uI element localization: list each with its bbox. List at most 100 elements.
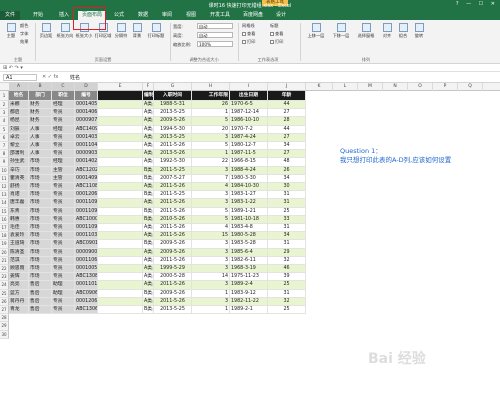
- table-cell[interactable]: 3: [192, 191, 230, 200]
- table-cell[interactable]: A类员工: [143, 142, 154, 151]
- table-header-cell[interactable]: 工作年限: [192, 91, 230, 101]
- table-cell[interactable]: 韩惠: [9, 215, 29, 224]
- table-cell[interactable]: 000110456: [75, 142, 98, 151]
- row-header[interactable]: 27: [0, 306, 9, 315]
- table-cell[interactable]: ABC120242: [75, 166, 98, 175]
- table-cell[interactable]: 范淇: [9, 256, 29, 265]
- table-cell[interactable]: 1983-9-12: [230, 289, 268, 298]
- background-button[interactable]: 背景: [130, 23, 144, 38]
- table-header-cell[interactable]: 部门: [29, 91, 52, 101]
- table-cell[interactable]: 7: [192, 174, 230, 183]
- empty-cell[interactable]: [98, 174, 143, 183]
- table-cell[interactable]: A类员工: [143, 265, 154, 274]
- height-select[interactable]: 自动: [197, 32, 233, 38]
- table-cell[interactable]: 1984-10-30: [230, 183, 268, 192]
- table-cell[interactable]: 2013-5-26: [154, 150, 192, 159]
- table-cell[interactable]: 1982-6-11: [230, 256, 268, 265]
- table-cell[interactable]: 杨昆: [9, 117, 29, 126]
- table-cell[interactable]: 专员: [52, 265, 75, 274]
- empty-cell[interactable]: [98, 248, 143, 257]
- column-header-p[interactable]: P: [433, 83, 458, 91]
- tab-home[interactable]: 开始: [27, 11, 49, 20]
- row-header[interactable]: 28: [0, 314, 9, 323]
- tab-developer[interactable]: 开发工具: [205, 11, 235, 20]
- empty-cell[interactable]: [98, 224, 143, 233]
- table-cell[interactable]: 1983-4-8: [230, 224, 268, 233]
- tab-formulas[interactable]: 公式: [108, 11, 130, 20]
- table-cell[interactable]: 25: [268, 207, 306, 216]
- row-header[interactable]: 2: [0, 101, 9, 110]
- table-cell[interactable]: 助理: [52, 289, 75, 298]
- table-cell[interactable]: 22: [192, 158, 230, 167]
- table-cell[interactable]: 专员: [52, 224, 75, 233]
- row-header[interactable]: 14: [0, 199, 9, 208]
- table-cell[interactable]: 专员: [52, 142, 75, 151]
- table-cell[interactable]: 000140958: [75, 174, 98, 183]
- table-cell[interactable]: 1999-5-29: [154, 265, 192, 274]
- table-cell[interactable]: 000100510: [75, 265, 98, 274]
- row-header[interactable]: 21: [0, 256, 9, 265]
- table-cell[interactable]: 27: [268, 150, 306, 159]
- row-header[interactable]: 1: [0, 91, 9, 101]
- table-cell[interactable]: 30: [268, 183, 306, 192]
- row-header[interactable]: 8: [0, 150, 9, 159]
- table-cell[interactable]: 000090376: [75, 150, 98, 159]
- table-cell[interactable]: B类员工: [143, 289, 154, 298]
- table-cell[interactable]: 1970-7-2: [230, 125, 268, 134]
- table-cell[interactable]: 1985-6-4: [230, 248, 268, 257]
- row-header[interactable]: 12: [0, 183, 9, 192]
- table-cell[interactable]: A类员工: [143, 232, 154, 241]
- table-cell[interactable]: 000140622: [75, 109, 98, 118]
- table-cell[interactable]: 1987-11-5: [230, 150, 268, 159]
- table-cell[interactable]: 舒扬: [9, 183, 29, 192]
- row-header[interactable]: 22: [0, 265, 9, 274]
- empty-cell[interactable]: [98, 109, 143, 118]
- table-cell[interactable]: B类员工: [143, 207, 154, 216]
- table-cell[interactable]: B类员工: [143, 166, 154, 175]
- row-header[interactable]: 6: [0, 133, 9, 142]
- table-cell[interactable]: 2011-5-26: [154, 281, 192, 290]
- table-header-cell[interactable]: 年龄: [268, 91, 306, 101]
- empty-cell[interactable]: [98, 117, 143, 126]
- empty-cell[interactable]: [98, 232, 143, 241]
- table-cell[interactable]: 人事: [29, 125, 52, 134]
- gridlines-view-option[interactable]: 查看: [242, 31, 255, 37]
- table-cell[interactable]: 1983-5-28: [230, 240, 268, 249]
- table-cell[interactable]: 3: [192, 281, 230, 290]
- table-cell[interactable]: 1987-12-14: [230, 109, 268, 118]
- table-cell[interactable]: 4: [192, 224, 230, 233]
- column-header-g[interactable]: G: [154, 83, 192, 91]
- table-cell[interactable]: 专员: [52, 297, 75, 306]
- table-cell[interactable]: 市场: [29, 273, 52, 282]
- table-cell[interactable]: 市场: [29, 174, 52, 183]
- tab-insert[interactable]: 插入: [53, 11, 75, 20]
- table-cell[interactable]: A类员工: [143, 273, 154, 282]
- tab-baidu-netdisk[interactable]: 百度网盘: [238, 11, 268, 20]
- column-header-k[interactable]: K: [306, 83, 333, 91]
- table-cell[interactable]: 东青: [9, 207, 29, 216]
- table-cell[interactable]: 3: [192, 199, 230, 208]
- table-cell[interactable]: A类员工: [143, 117, 154, 126]
- table-cell[interactable]: 3: [192, 248, 230, 257]
- empty-cell[interactable]: [98, 215, 143, 224]
- table-cell[interactable]: 31: [268, 191, 306, 200]
- margins-button[interactable]: 页边距: [38, 23, 54, 38]
- row-header[interactable]: 9: [0, 158, 9, 167]
- table-cell[interactable]: 000110960: [75, 207, 98, 216]
- row-header[interactable]: 30: [0, 330, 9, 339]
- fonts-button[interactable]: 字体: [20, 31, 28, 37]
- table-cell[interactable]: 2013-5-25: [154, 109, 192, 118]
- table-cell[interactable]: 邵潇利: [9, 150, 29, 159]
- table-cell[interactable]: A类员工: [143, 248, 154, 257]
- table-cell[interactable]: 000090093: [75, 248, 98, 257]
- empty-cell[interactable]: [98, 281, 143, 290]
- table-cell[interactable]: 2011-5-26: [154, 142, 192, 151]
- name-box[interactable]: A1: [3, 74, 37, 81]
- empty-cell[interactable]: [98, 101, 143, 110]
- column-header-d[interactable]: D: [75, 83, 98, 91]
- table-cell[interactable]: 2011-5-26: [154, 297, 192, 306]
- table-cell[interactable]: 000120606: [75, 297, 98, 306]
- table-cell[interactable]: A类员工: [143, 256, 154, 265]
- tab-design[interactable]: 设计: [270, 11, 292, 20]
- table-cell[interactable]: 亮亮: [9, 281, 29, 290]
